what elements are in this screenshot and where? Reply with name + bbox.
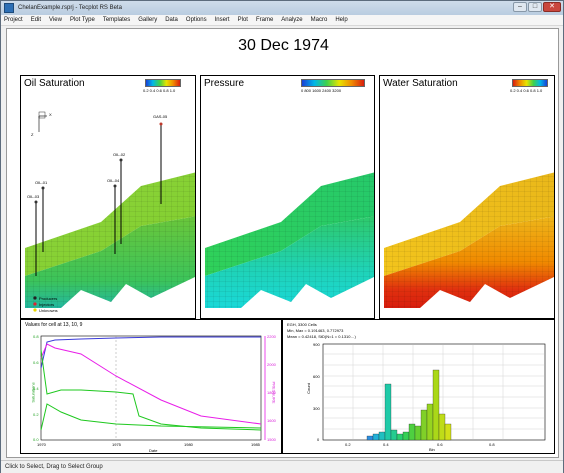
app-icon <box>4 3 14 13</box>
cell-history-frame[interactable]: Values for cell at 13, 10, 9 1970 1975 1… <box>20 319 282 454</box>
hist-y-tick-600: 600 <box>313 374 320 379</box>
oil-well-gas05-label: GAS-05 <box>153 114 168 119</box>
line-right-tick-3: 1600 <box>267 418 276 423</box>
histogram-plot <box>322 343 546 441</box>
hist-x-tick-06: 0.6 <box>437 442 443 447</box>
line-left-tick-0: 0.8 <box>33 334 39 339</box>
date-title: 30 Dec 1974 <box>238 37 329 54</box>
menu-gallery[interactable]: Gallery <box>138 17 157 23</box>
hist-y-tick-300: 300 <box>313 406 320 411</box>
menu-insert[interactable]: Insert <box>215 17 230 23</box>
oil-well-oil03-label: OIL-03 <box>27 194 40 199</box>
line-x-tick-1975: 1975 <box>112 442 121 447</box>
hist-x-tick-02: 0.2 <box>345 442 351 447</box>
line-x-tick-1970: 1970 <box>37 442 46 447</box>
water-saturation-frame[interactable]: Water Saturation 0.2 0.4 0.6 0.8 1.0 <box>379 75 555 319</box>
line-x-label: Date <box>149 448 158 453</box>
oil-saturation-frame[interactable]: Oil Saturation 0.2 0.4 0.6 0.8 1.0 GAS-0… <box>20 75 196 319</box>
menu-analyze[interactable]: Analyze <box>281 17 302 23</box>
line-x-tick-1985: 1985 <box>251 442 260 447</box>
hist-x-label: Bin <box>429 447 435 452</box>
hist-y-tick-900: 900 <box>313 342 320 347</box>
menu-plot-type[interactable]: Plot Type <box>70 17 95 23</box>
legend-unknowns: Unknowns <box>39 308 58 313</box>
oil-reservoir-view <box>25 111 195 312</box>
close-button[interactable]: ✕ <box>543 2 561 12</box>
line-x-tick-1980: 1980 <box>184 442 193 447</box>
water-reservoir-view <box>384 172 554 308</box>
menu-bar: Project Edit View Plot Type Templates Ga… <box>1 15 563 26</box>
line-left-tick-2: 0.4 <box>33 386 39 391</box>
window-title: ChelanExample.rsprj - Tecplot RS Beta <box>18 5 122 11</box>
hist-x-tick-04: 0.4 <box>383 442 389 447</box>
line-right-tick-2: 1800 <box>267 390 276 395</box>
oil-axis-z-label: Z <box>31 132 34 137</box>
menu-view[interactable]: View <box>49 17 62 23</box>
legend-injectors: Injectors <box>39 302 55 307</box>
menu-templates[interactable]: Templates <box>103 17 130 23</box>
title-bar: ChelanExample.rsprj - Tecplot RS Beta – … <box>1 1 563 15</box>
workspace-canvas[interactable]: 30 Dec 1974 Oil Saturation 0.2 0.4 0.6 0… <box>6 28 559 458</box>
oil-well-oil01-label: OIL-01 <box>35 180 48 185</box>
legend-producers: Producers <box>39 296 58 301</box>
cell-history-plot <box>40 335 266 441</box>
maximize-button[interactable]: □ <box>528 2 542 12</box>
histogram-frame[interactable]: EGH, 3300 Cells Min, Max = 0.191463, 0.7… <box>282 319 555 454</box>
menu-data[interactable]: Data <box>165 17 178 23</box>
line-right-tick-0: 2200 <box>267 334 276 339</box>
line-left-tick-4: 0.0 <box>33 437 39 442</box>
hist-y-label: Count <box>305 383 311 394</box>
oil-well-oil04-label: OIL-04 <box>107 178 120 183</box>
pressure-frame[interactable]: Pressure 0 800 1600 2400 3200 <box>200 75 375 319</box>
line-right-tick-4: 1500 <box>267 437 276 442</box>
pressure-reservoir-view <box>205 172 374 308</box>
hist-x-tick-08: 0.8 <box>489 442 495 447</box>
line-left-tick-1: 0.6 <box>33 360 39 365</box>
menu-edit[interactable]: Edit <box>31 17 41 23</box>
app-window: ChelanExample.rsprj - Tecplot RS Beta – … <box>0 0 564 473</box>
menu-frame[interactable]: Frame <box>256 17 273 23</box>
menu-macro[interactable]: Macro <box>311 17 328 23</box>
line-left-tick-3: 0.2 <box>33 412 39 417</box>
menu-plot[interactable]: Plot <box>238 17 248 23</box>
oil-axis-x-label: X <box>49 112 52 117</box>
status-bar: Click to Select, Drag to Select Group <box>1 460 563 473</box>
oil-well-oil02-label: OIL-02 <box>113 152 126 157</box>
menu-options[interactable]: Options <box>186 17 207 23</box>
hist-y-tick-0: 0 <box>317 437 320 442</box>
menu-project[interactable]: Project <box>4 17 23 23</box>
menu-help[interactable]: Help <box>335 17 347 23</box>
line-right-tick-1: 2000 <box>267 362 276 367</box>
minimize-button[interactable]: – <box>513 2 527 12</box>
